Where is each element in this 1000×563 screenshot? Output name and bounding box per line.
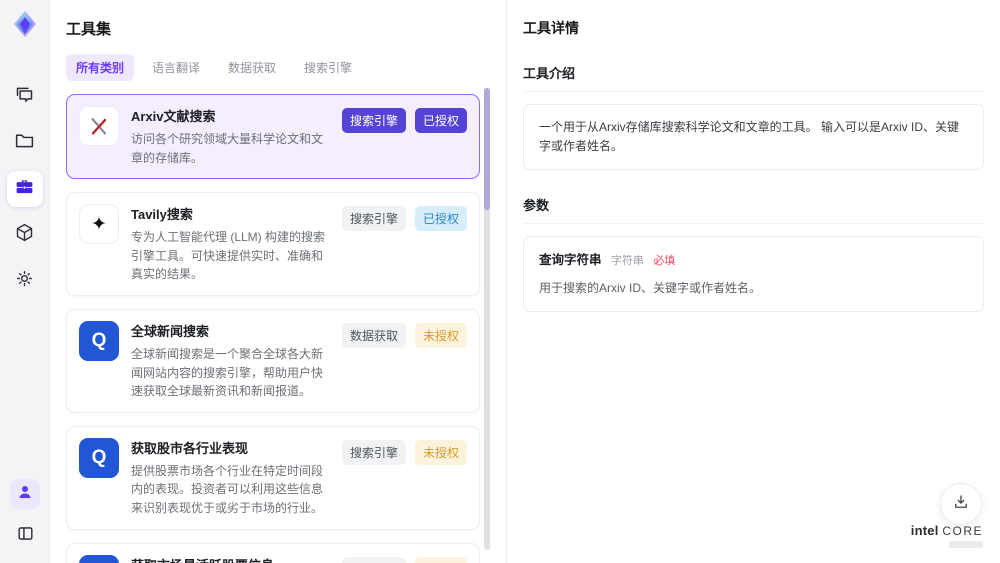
param-required-flag: 必填: [653, 255, 676, 268]
tool-description: 访问各个研究领域大量科学论文和文章的存储库。: [131, 132, 324, 165]
sidebar-nav: [0, 79, 49, 299]
q-news-icon: Q: [79, 437, 119, 478]
app-window: 工具集 所有类别 语言翻译 数据获取 搜索引擎 Arxiv文献搜索 访问各个研究…: [0, 0, 1000, 563]
tools-panel: 工具集 所有类别 语言翻译 数据获取 搜索引擎 Arxiv文献搜索 访问各个研究…: [50, 0, 506, 563]
param-description: 用于搜索的Arxiv ID、关键字或作者姓名。: [539, 280, 762, 295]
user-icon: [16, 483, 34, 506]
core-brand-text: CORE: [942, 524, 983, 538]
tool-title: Arxiv文献搜索: [131, 109, 216, 124]
status-badge: 未授权: [414, 556, 467, 563]
param-card: 查询字符串 字符串 必填 用于搜索的Arxiv ID、关键字或作者姓名。: [523, 236, 984, 313]
tool-description: 提供股票市场各个行业在特定时间段内的表现。投资者可以利用这些信息来识别表现优于或…: [131, 463, 324, 515]
category-badge: 数据获取: [341, 322, 406, 348]
collapse-sidebar-button[interactable]: [10, 521, 40, 551]
arxiv-icon: [79, 106, 119, 146]
tool-card-arxiv[interactable]: Arxiv文献搜索 访问各个研究领域大量科学论文和文章的存储库。 搜索引擎 已授…: [66, 94, 480, 180]
tool-description: 专为人工智能代理 (LLM) 构建的搜索引擎工具。可快速提供实时、准确和真实的结…: [131, 230, 326, 282]
status-badge: 未授权: [414, 322, 467, 348]
cube-icon: [14, 222, 35, 248]
tool-title: 获取股市各行业表现: [131, 440, 249, 456]
tool-card-sector-performance[interactable]: Q 获取股市各行业表现 提供股票市场各个行业在特定时间段内的表现。投资者可以利用…: [66, 425, 480, 530]
param-name: 查询字符串: [539, 253, 602, 268]
intel-brand-text: intel: [910, 523, 939, 538]
intel-core-logo: intel CORE: [911, 523, 983, 548]
category-badge: 搜索引擎: [341, 439, 406, 465]
category-badge: 搜索引擎: [341, 108, 406, 133]
q-news-icon: Q: [79, 320, 119, 361]
tool-card-active-stocks[interactable]: Q 获取市场最活跃股票信息 提供当天交易量最高的股票列表。投资者可以利用这些信息…: [66, 542, 480, 563]
category-badge: 搜索引擎: [341, 556, 406, 563]
status-badge: 已授权: [414, 206, 467, 232]
params-heading: 参数: [523, 195, 984, 225]
sidebar-item-settings[interactable]: [7, 263, 43, 299]
scrollbar-thumb[interactable]: [484, 88, 490, 210]
status-badge: 已授权: [414, 108, 467, 133]
tool-card-global-news[interactable]: Q 全球新闻搜索 全球新闻搜索是一个聚合全球各大新闻网站内容的搜索引擎，帮助用户…: [66, 308, 480, 413]
download-button[interactable]: [940, 483, 982, 525]
scrollbar[interactable]: [484, 88, 490, 550]
category-badge: 搜索引擎: [341, 206, 406, 232]
tool-title: Tavily搜索: [131, 207, 193, 223]
tool-title: 全球新闻搜索: [131, 323, 210, 339]
tab-data-fetch[interactable]: 数据获取: [218, 54, 286, 81]
chat-icon: [14, 84, 35, 110]
panel-toggle-icon: [16, 524, 35, 548]
category-tabs: 所有类别 语言翻译 数据获取 搜索引擎: [66, 54, 480, 81]
tool-title: 获取市场最活跃股票信息: [131, 555, 332, 563]
sidebar-item-toolbox[interactable]: [6, 171, 43, 207]
page-title: 工具集: [66, 21, 112, 38]
intro-text: 一个用于从Arxiv存储库搜索科学论文和文章的工具。 输入可以是Arxiv ID…: [539, 120, 960, 154]
sidebar-item-files[interactable]: [7, 125, 43, 161]
tab-search-engine[interactable]: 搜索引擎: [294, 54, 362, 81]
tool-description: 全球新闻搜索是一个聚合全球各大新闻网站内容的搜索引擎，帮助用户快速获取全球最新资…: [131, 346, 324, 399]
sidebar: [0, 0, 50, 563]
app-logo-gem-icon: [10, 9, 40, 39]
intel-ultra-badge: [949, 541, 983, 548]
status-badge: 未授权: [414, 439, 467, 465]
intro-box: 一个用于从Arxiv存储库搜索科学论文和文章的工具。 输入可以是Arxiv ID…: [523, 104, 984, 171]
q-news-icon: Q: [79, 554, 119, 563]
sidebar-item-chat[interactable]: [7, 79, 43, 115]
briefcase-icon: [14, 176, 35, 202]
sidebar-item-packages[interactable]: [7, 217, 43, 253]
sidebar-bottom: [0, 479, 50, 551]
tool-card-tavily[interactable]: ✦ Tavily搜索 专为人工智能代理 (LLM) 构建的搜索引擎工具。可快速提…: [66, 192, 480, 296]
tab-all-categories[interactable]: 所有类别: [66, 54, 135, 81]
detail-title: 工具详情: [523, 20, 579, 36]
tool-list: Arxiv文献搜索 访问各个研究领域大量科学论文和文章的存储库。 搜索引擎 已授…: [66, 94, 480, 563]
intro-heading: 工具介绍: [523, 63, 984, 92]
tool-detail-panel: 工具详情 工具介绍 一个用于从Arxiv存储库搜索科学论文和文章的工具。 输入可…: [506, 0, 1000, 563]
param-type: 字符串: [610, 255, 644, 268]
folder-icon: [14, 130, 35, 156]
download-icon: [952, 493, 970, 516]
tavily-star-icon: ✦: [79, 204, 119, 245]
tab-language-translation[interactable]: 语言翻译: [142, 54, 210, 81]
profile-avatar[interactable]: [10, 479, 40, 509]
gear-icon: [14, 268, 35, 294]
